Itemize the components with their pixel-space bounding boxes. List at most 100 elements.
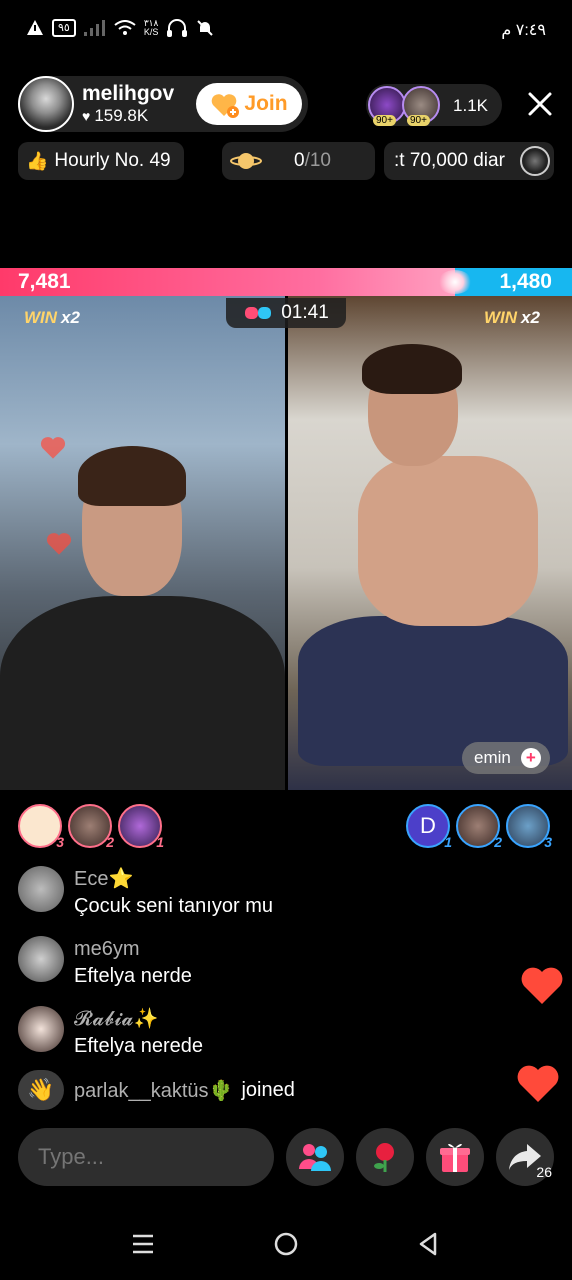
gifter-avatar[interactable]: 2 [456,804,502,850]
person-body [0,596,285,790]
host-gifter-ranking: 3 2 1 [18,804,164,850]
heart-icon: ♥ [82,108,91,124]
diamonds-label: :t 70,000 diar [394,150,505,171]
joined-user-name[interactable]: parlak__kaktüs🌵 [74,1078,233,1103]
host-name: melihgov [82,82,175,105]
share-count: 26 [536,1164,552,1180]
rank-number: 1 [444,834,452,850]
rank-number: 2 [494,834,502,850]
guest-video[interactable] [288,296,572,790]
right-win-streak: WIN x2 [484,308,540,328]
commenter-avatar[interactable] [18,866,64,912]
comment-text: Eftelya nerde [74,965,192,987]
follow-plus-icon[interactable]: + [520,748,541,768]
viewer-count: 1.1K [453,96,488,115]
rose-gift-button[interactable] [356,1128,414,1186]
gifter-avatar[interactable]: 3 [506,804,552,850]
status-bar: ٩٥ ٣١٨ K/S ٧:٤٩ م [0,0,572,60]
thumbs-up-icon: 👍 [26,150,49,171]
headphones-icon [167,19,188,37]
battle-timer-value: 01:41 [281,302,329,323]
menu-icon [133,1234,153,1254]
host-likes: ♥ 159.8K [82,106,174,126]
comment-text: Eftelya nerede [74,1035,203,1057]
rose-icon [374,1143,394,1172]
right-score: 1,480 [499,270,552,293]
join-button[interactable]: Join [196,83,302,125]
diamonds-chip[interactable]: :t 70,000 diar [384,142,554,180]
floating-heart-icon [40,437,66,459]
status-icons: ٩٥ ٣١٨ K/S [26,18,214,38]
planet-icon [230,153,262,169]
rank-number: 3 [56,834,64,850]
host-avatar[interactable] [18,76,74,132]
battle-timer: 01:41 [226,298,346,328]
gift-icon [440,1143,470,1172]
share-button[interactable]: 26 [496,1128,554,1186]
guest-name: emin [474,748,511,767]
commenter-name[interactable]: Ece⭐ [74,866,273,892]
battle-score-bar [0,268,572,296]
menu-nav-button[interactable] [121,1222,165,1266]
viewer-avatar[interactable]: 90+ [402,86,440,126]
win-label: WIN [484,308,518,327]
viewer-avatar[interactable]: 90+ [368,86,406,126]
person-hair [78,446,186,506]
comment-item[interactable]: me6ym Eftelya nerde [18,936,192,990]
battery-icon: ٩٥ [52,19,76,37]
join-label: Join [244,92,288,115]
comment-item[interactable]: Ece⭐ Çocuk seni tanıyor mu [18,866,273,920]
mute-bell-icon [197,20,214,36]
close-button[interactable] [522,86,558,122]
battle-flare-icon [438,270,472,294]
commenter-name[interactable]: me6ym [74,936,192,962]
gifter-avatar[interactable]: 1 [118,804,164,850]
join-heart-icon [210,92,240,118]
viewer-level-badge: 90+ [407,115,430,126]
clock: ٧:٤٩ م [501,22,546,39]
gifter-avatar[interactable]: 2 [68,804,114,850]
gift-button[interactable] [426,1128,484,1186]
hourly-rank-label: Hourly No. 49 [54,150,171,171]
close-icon [528,92,552,116]
left-win-streak: WIN x2 [24,308,80,328]
back-nav-button[interactable] [406,1222,450,1266]
home-circle-icon [274,1232,298,1256]
commenter-avatar[interactable] [18,936,64,982]
wave-hand-icon: 👋 [18,1070,64,1110]
rank-number: 1 [156,834,164,850]
gifter-avatar[interactable]: D1 [406,804,452,850]
join-event[interactable]: 👋 parlak__kaktüs🌵 joined [18,1070,295,1110]
floating-heart-icon [521,967,563,1004]
commenter-avatar[interactable] [18,1006,64,1052]
win-multiplier: x2 [61,308,80,327]
host-card[interactable]: melihgov ♥ 159.8K Join [18,76,308,132]
guest-follow-pill[interactable]: emin + [462,742,550,774]
signal-icon [83,20,105,36]
goal-count: 0 [294,150,305,171]
goal-chip[interactable]: 0 /10 [222,142,375,180]
commenter-name[interactable]: 𝓡𝓪𝓫𝓲𝓪✨ [74,1006,203,1032]
alert-icon [27,20,43,35]
hourly-rank-chip[interactable]: 👍 Hourly No. 49 [18,142,184,180]
top-viewers[interactable]: 90+ 90+ 1.1K [366,84,502,126]
win-label: WIN [24,308,58,327]
gifter-avatar[interactable]: 3 [18,804,64,850]
host-likes-count: 159.8K [94,106,149,125]
left-score: 7,481 [18,270,71,293]
comment-input[interactable] [18,1128,274,1186]
viewer-level-badge: 90+ [373,115,396,126]
rank-number: 2 [106,834,114,850]
joined-text: joined [241,1078,295,1101]
gift-globe-icon [520,146,550,176]
wifi-icon [114,20,136,35]
host-video[interactable] [0,296,285,790]
home-nav-button[interactable] [264,1222,308,1266]
multi-guest-button[interactable] [286,1128,344,1186]
person-hair [362,344,462,394]
system-nav-bar [0,1222,572,1266]
network-speed: ٣١٨ K/S [143,18,159,37]
people-icon [299,1144,331,1171]
comment-item[interactable]: 𝓡𝓪𝓫𝓲𝓪✨ Eftelya nerede [18,1006,203,1060]
back-triangle-icon [419,1232,437,1256]
